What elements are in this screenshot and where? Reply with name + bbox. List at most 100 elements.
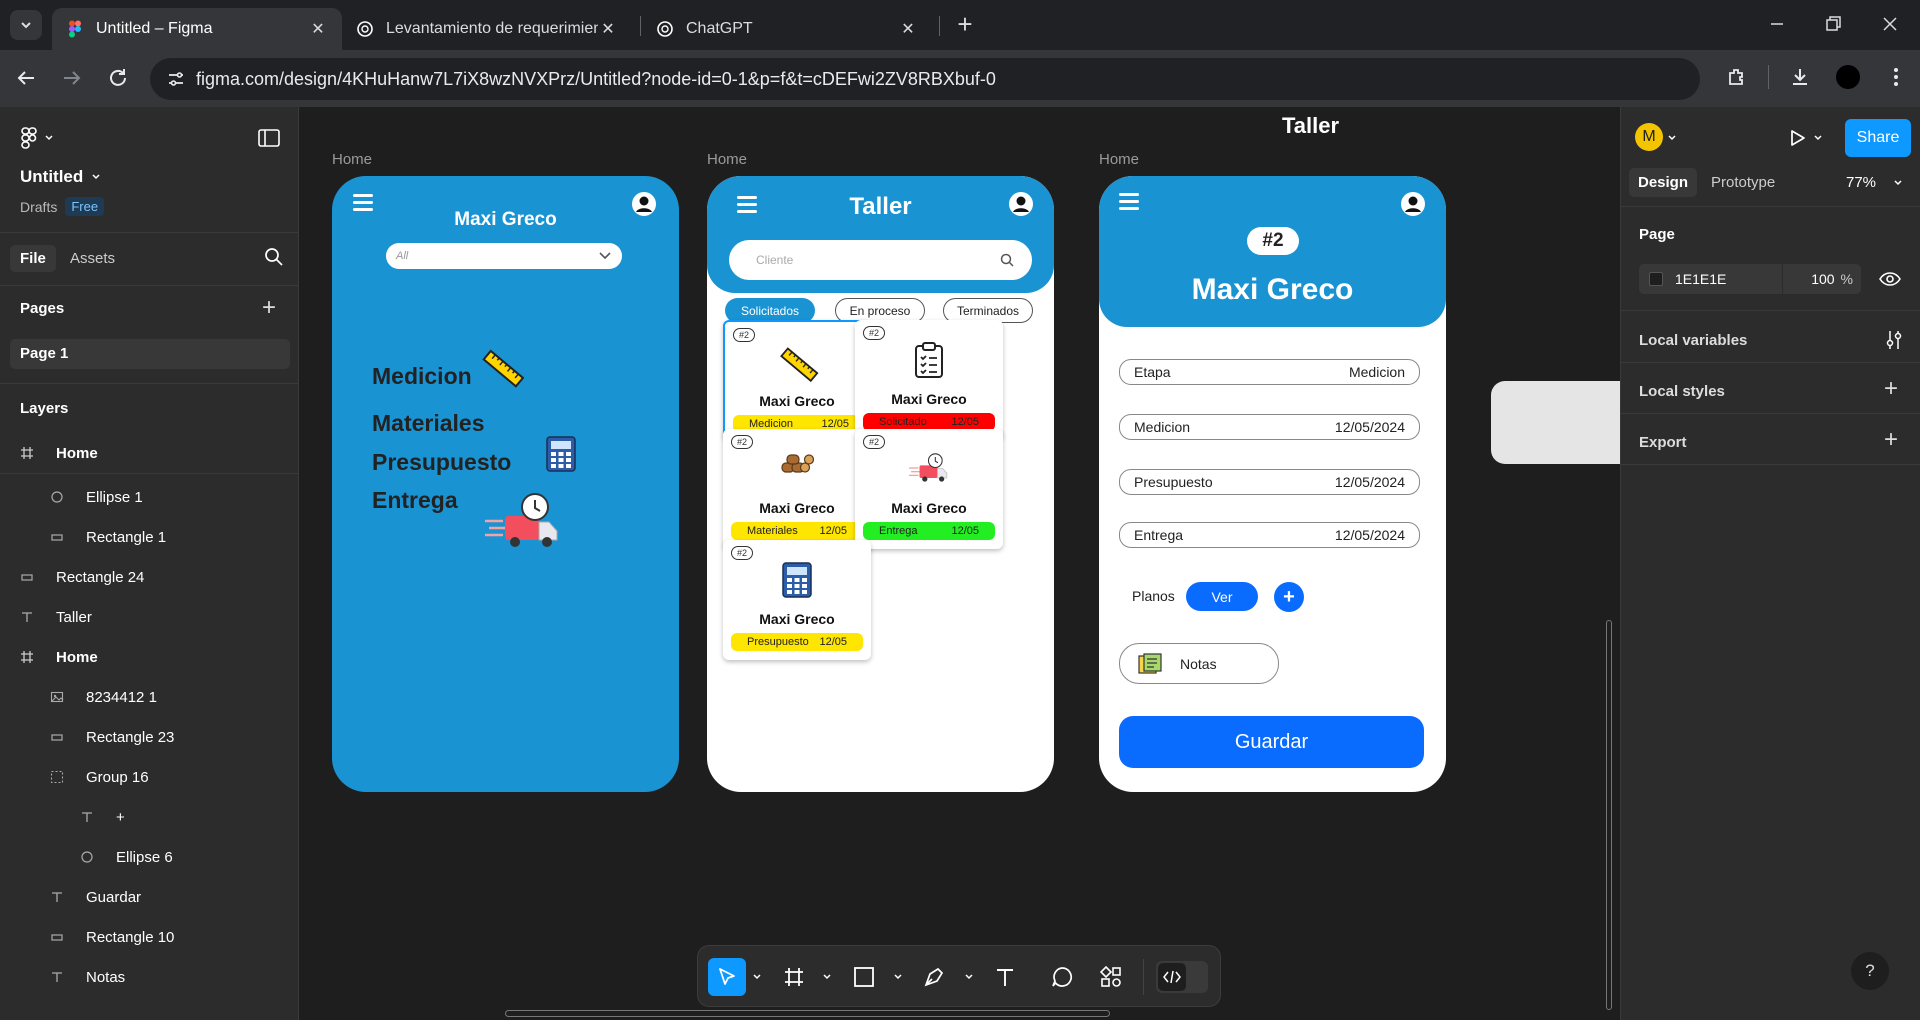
share-button[interactable]: Share: [1845, 119, 1911, 157]
local-variables-label[interactable]: Local variables: [1639, 332, 1747, 349]
guardar-button[interactable]: Guardar: [1119, 716, 1424, 768]
frame-tool-icon[interactable]: [783, 966, 805, 988]
menu-presupuesto[interactable]: Presupuesto: [372, 449, 511, 476]
rectangle-tool-icon[interactable]: [853, 966, 875, 988]
tab-search-button[interactable]: [10, 10, 42, 40]
ver-button[interactable]: Ver: [1186, 582, 1258, 611]
order-card[interactable]: #2 Maxi Greco Medicion 12/05: [723, 320, 871, 440]
chevron-down-icon[interactable]: [964, 972, 974, 982]
layer-item[interactable]: Rectangle 1: [0, 519, 299, 555]
close-icon[interactable]: ✕: [308, 19, 328, 39]
present-play-icon[interactable]: [1787, 128, 1807, 148]
page-color-field[interactable]: 1E1E1E 100 %: [1639, 264, 1861, 294]
chevron-down-icon[interactable]: [822, 972, 832, 982]
add-style-icon[interactable]: +: [1884, 375, 1898, 403]
page-item[interactable]: Page 1: [10, 339, 290, 369]
minimize-icon[interactable]: [1765, 12, 1789, 36]
home-frame-taller[interactable]: Taller Cliente Solicitados En proceso Te…: [707, 176, 1054, 792]
tab-figma[interactable]: Untitled – Figma ✕: [52, 8, 342, 50]
offscreen-frame[interactable]: [1491, 381, 1620, 464]
layer-item[interactable]: Home: [0, 435, 299, 471]
frame-label[interactable]: Home: [707, 151, 747, 168]
layer-item[interactable]: Guardar: [0, 879, 299, 915]
order-card[interactable]: #2 Maxi Greco Materiales 12/05: [723, 429, 871, 549]
notas-button[interactable]: Notas: [1119, 643, 1279, 684]
order-card[interactable]: #2 Maxi Greco Solicitado 12/05: [855, 320, 1003, 440]
local-styles-label[interactable]: Local styles: [1639, 383, 1725, 400]
window-close-icon[interactable]: [1878, 12, 1902, 36]
extensions-icon[interactable]: [1725, 65, 1749, 89]
detail-row-presupuesto[interactable]: Presupuesto 12/05/2024: [1119, 469, 1420, 495]
order-card[interactable]: #2 Maxi Greco Presupuesto 12/05: [723, 540, 871, 660]
forward-icon[interactable]: [60, 66, 84, 90]
user-avatar-icon[interactable]: [631, 191, 657, 217]
add-page-icon[interactable]: +: [262, 294, 276, 322]
variables-settings-icon[interactable]: [1885, 330, 1903, 350]
layer-item[interactable]: Rectangle 24: [0, 559, 299, 595]
layer-item[interactable]: Taller: [0, 599, 299, 635]
detail-row-etapa[interactable]: Etapa Medicion: [1119, 359, 1420, 385]
tab-prototype[interactable]: Prototype: [1711, 168, 1775, 197]
client-search-input[interactable]: Cliente: [729, 240, 1032, 280]
layer-item[interactable]: Group 16: [0, 759, 299, 795]
chevron-down-icon[interactable]: [893, 972, 903, 982]
menu-medicion[interactable]: Medicion: [372, 363, 472, 390]
menu-materiales[interactable]: Materiales: [372, 410, 485, 437]
move-tool-button[interactable]: [708, 958, 746, 996]
dev-mode-toggle[interactable]: [1156, 961, 1208, 993]
tab-file[interactable]: File: [10, 245, 56, 272]
site-info-icon[interactable]: [166, 69, 186, 89]
search-icon[interactable]: [264, 247, 284, 267]
tab-design[interactable]: Design: [1629, 168, 1698, 197]
zoom-level[interactable]: 77%: [1846, 174, 1876, 191]
home-frame-detail[interactable]: #2 Maxi Greco Etapa Medicion Medicion 12/0…: [1099, 176, 1446, 792]
help-button[interactable]: ?: [1851, 952, 1889, 990]
layer-item[interactable]: Rectangle 10: [0, 919, 299, 955]
order-card[interactable]: #2 Maxi Greco Entrega 12/05: [855, 429, 1003, 549]
tab-assets[interactable]: Assets: [60, 245, 125, 272]
chevron-down-icon[interactable]: [752, 972, 762, 982]
frame-label[interactable]: Home: [332, 151, 372, 168]
eye-visibility-icon[interactable]: [1879, 270, 1901, 288]
reload-icon[interactable]: [106, 66, 130, 90]
pen-tool-icon[interactable]: [923, 966, 945, 988]
chevron-down-icon[interactable]: [1667, 133, 1677, 143]
back-icon[interactable]: [14, 66, 38, 90]
download-icon[interactable]: [1788, 65, 1812, 89]
chevron-down-icon[interactable]: [1893, 178, 1903, 188]
export-label[interactable]: Export: [1639, 434, 1687, 451]
text-tool-icon[interactable]: [994, 966, 1016, 988]
home-frame-menu[interactable]: Maxi Greco All Medicion Materiales Presu…: [332, 176, 679, 792]
actions-icon[interactable]: [1100, 966, 1122, 988]
layer-item[interactable]: Notas: [0, 959, 299, 995]
floating-title-text[interactable]: Taller: [1282, 113, 1339, 139]
layer-item[interactable]: Ellipse 1: [0, 479, 299, 515]
profile-avatar[interactable]: [1836, 65, 1860, 89]
layer-item[interactable]: Rectangle 23: [0, 719, 299, 755]
close-icon[interactable]: ✕: [598, 19, 618, 39]
detail-row-medicion[interactable]: Medicion 12/05/2024: [1119, 414, 1420, 440]
user-avatar-icon[interactable]: [1400, 191, 1426, 217]
tab-levantamiento[interactable]: Levantamiento de requerimient ✕: [342, 8, 632, 50]
file-name-button[interactable]: Untitled: [20, 167, 101, 187]
sidebar-toggle-icon[interactable]: [258, 129, 280, 147]
restore-icon[interactable]: [1821, 12, 1845, 36]
client-dropdown[interactable]: All: [386, 243, 622, 269]
user-avatar[interactable]: M: [1635, 123, 1663, 151]
main-menu-button[interactable]: [20, 127, 54, 149]
frame-label[interactable]: Home: [1099, 151, 1139, 168]
vertical-scrollbar[interactable]: [1606, 620, 1612, 1010]
close-icon[interactable]: ✕: [898, 19, 918, 39]
add-export-icon[interactable]: +: [1884, 426, 1898, 454]
new-tab-button[interactable]: +: [950, 10, 980, 40]
detail-row-entrega[interactable]: Entrega 12/05/2024: [1119, 522, 1420, 548]
menu-entrega[interactable]: Entrega: [372, 487, 458, 514]
layer-item[interactable]: Home: [0, 639, 299, 675]
more-menu-icon[interactable]: [1884, 65, 1908, 89]
add-plano-button[interactable]: +: [1274, 582, 1304, 612]
layer-item[interactable]: 8234412 1: [0, 679, 299, 715]
tab-chatgpt[interactable]: ChatGPT ✕: [642, 8, 932, 50]
horizontal-scrollbar[interactable]: [505, 1010, 1110, 1017]
address-bar[interactable]: figma.com/design/4KHuHanw7L7iX8wzNVXPrz/…: [150, 58, 1700, 100]
layer-item[interactable]: Ellipse 6: [0, 839, 299, 875]
